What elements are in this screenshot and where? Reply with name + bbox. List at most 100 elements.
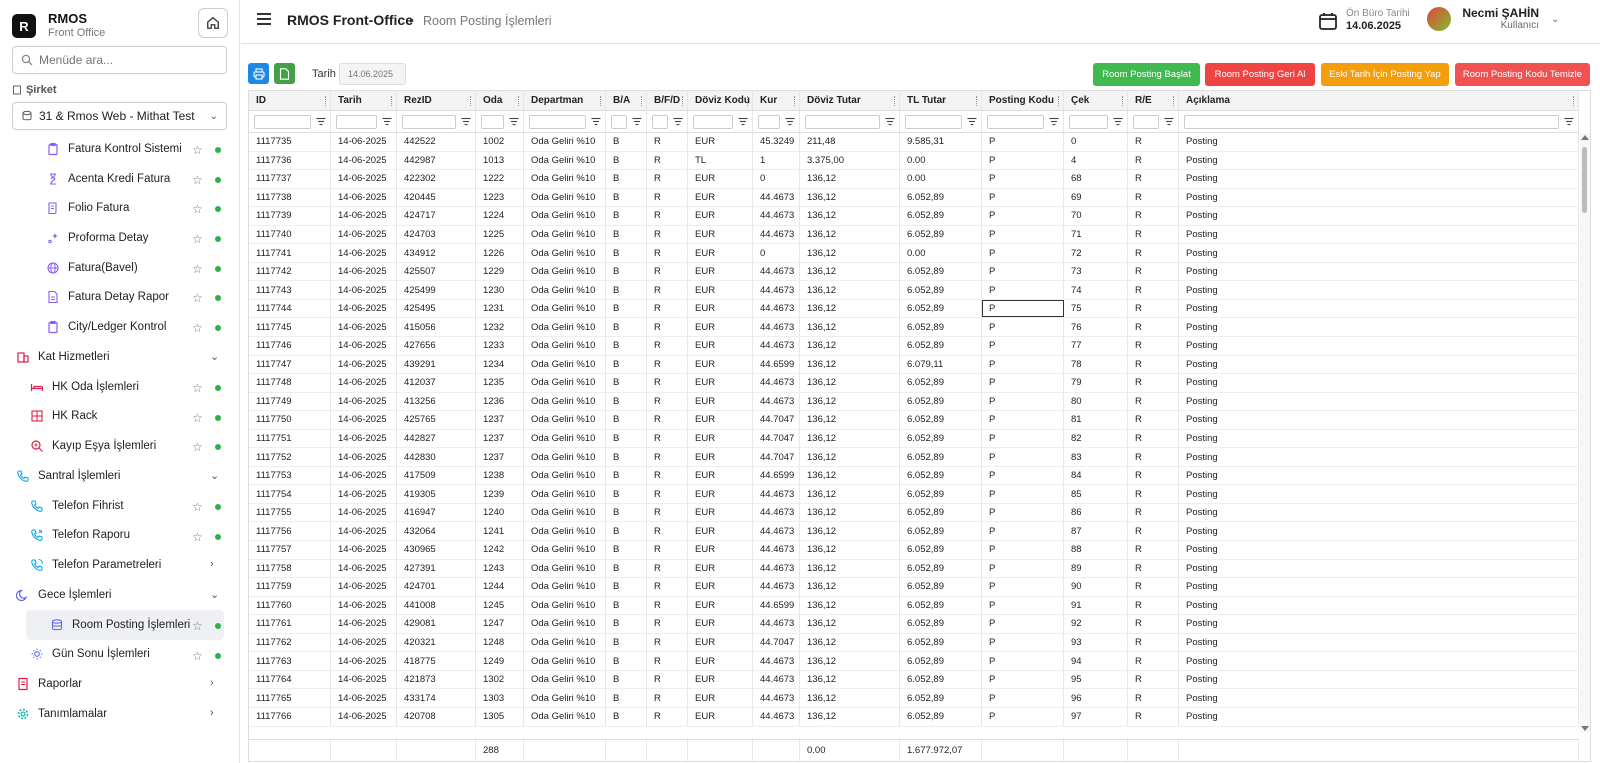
table-cell-id[interactable]: 1117763 [249,652,331,670]
table-cell-posting-kodu[interactable]: P [982,615,1064,633]
table-cell-tl-tutar[interactable]: 6.052,89 [900,615,982,633]
favorite-star-icon[interactable]: ☆ [192,530,203,544]
table-row[interactable]: 1117758 14-06-2025 427391 1243 Oda Geliri %1… [249,559,1579,579]
table-row[interactable]: 1117764 14-06-2025 421873 1302 Oda Geliri %1… [249,670,1579,690]
table-cell-oda[interactable]: 1222 [476,170,524,188]
table-cell-r-e[interactable]: R [1128,615,1179,633]
table-cell-r-e[interactable]: R [1128,262,1179,281]
table-cell-departman[interactable]: Oda Geliri %10 [524,411,606,429]
favorite-star-icon[interactable]: ☆ [192,649,203,663]
table-cell-doviz-kodu[interactable]: EUR [688,188,753,207]
table-cell-oda[interactable]: 1237 [476,448,524,466]
table-cell-doviz-tutar[interactable]: 136,12 [800,670,900,689]
table-cell-doviz-tutar[interactable]: 136,12 [800,337,900,355]
table-cell-aciklama[interactable]: Posting [1179,559,1579,578]
table-cell-cek[interactable]: 82 [1064,429,1128,448]
table-cell-departman[interactable]: Oda Geliri %10 [524,170,606,188]
table-cell-tarih[interactable]: 14-06-2025 [331,670,397,689]
table-cell-tarih[interactable]: 14-06-2025 [331,689,397,707]
table-row[interactable]: 1117749 14-06-2025 413256 1236 Oda Geliri %1… [249,392,1579,412]
menu-toggle-button[interactable] [257,13,271,25]
table-cell-id[interactable]: 1117761 [249,615,331,633]
table-cell-doviz-tutar[interactable]: 136,12 [800,633,900,652]
table-cell-doviz-tutar[interactable]: 136,12 [800,689,900,707]
column-header-b-a[interactable]: B/A [606,91,647,110]
table-cell-departman[interactable]: Oda Geliri %10 [524,670,606,689]
table-cell-id[interactable]: 1117759 [249,578,331,596]
filter-icon[interactable] [459,115,473,129]
favorite-star-icon[interactable]: ☆ [192,143,203,157]
table-cell-r-e[interactable]: R [1128,225,1179,244]
table-cell-departman[interactable]: Oda Geliri %10 [524,151,606,170]
table-cell-id[interactable]: 1117756 [249,522,331,541]
table-cell-b-f-d[interactable]: R [647,615,688,633]
table-cell-aciklama[interactable]: Posting [1179,578,1579,596]
table-cell-doviz-kodu[interactable]: EUR [688,262,753,281]
table-cell-doviz-tutar[interactable]: 136,12 [800,244,900,262]
table-cell-cek[interactable]: 79 [1064,374,1128,392]
table-cell-kur[interactable]: 44.4673 [753,262,800,281]
table-cell-b-f-d[interactable]: R [647,559,688,578]
table-cell-departman[interactable]: Oda Geliri %10 [524,429,606,448]
table-cell-id[interactable]: 1117739 [249,207,331,225]
scroll-down-icon[interactable] [1581,726,1589,731]
table-cell-departman[interactable]: Oda Geliri %10 [524,448,606,466]
table-cell-r-e[interactable]: R [1128,541,1179,559]
filter-icon[interactable] [671,115,685,129]
table-cell-oda[interactable]: 1243 [476,559,524,578]
table-cell-r-e[interactable]: R [1128,355,1179,374]
table-cell-doviz-tutar[interactable]: 136,12 [800,466,900,485]
table-cell-rezid[interactable]: 412037 [397,374,476,392]
table-cell-rezid[interactable]: 424701 [397,578,476,596]
filter-icon[interactable] [1111,115,1125,129]
table-cell-departman[interactable]: Oda Geliri %10 [524,615,606,633]
table-cell-departman[interactable]: Oda Geliri %10 [524,689,606,707]
column-resize-handle[interactable] [518,96,520,106]
table-cell-cek[interactable]: 97 [1064,707,1128,726]
table-cell-oda[interactable]: 1306 [476,726,524,727]
table-cell-departman[interactable]: Oda Geliri %10 [524,726,606,727]
table-cell-r-e[interactable]: R [1128,726,1179,727]
table-cell-tarih[interactable]: 14-06-2025 [331,244,397,262]
table-cell-tarih[interactable]: 14-06-2025 [331,466,397,485]
table-cell-id[interactable]: 1117764 [249,670,331,689]
table-cell-id[interactable]: 1117746 [249,337,331,355]
filter-input[interactable] [529,114,586,129]
favorite-star-icon[interactable]: ☆ [192,411,203,425]
table-cell-tl-tutar[interactable]: 6.052,89 [900,559,982,578]
table-cell-doviz-tutar[interactable]: 136,12 [800,188,900,207]
table-cell-rezid[interactable]: 434912 [397,244,476,262]
table-cell-cek[interactable]: 89 [1064,559,1128,578]
table-cell-oda[interactable]: 1234 [476,355,524,374]
table-cell-b-a[interactable]: B [606,652,647,670]
table-cell-id[interactable]: 1117760 [249,596,331,615]
table-cell-posting-kodu[interactable]: P [982,151,1064,170]
table-cell-kur[interactable]: 44.4673 [753,299,800,318]
table-cell-aciklama[interactable]: Posting [1179,244,1579,262]
sidebar-item-room-posting-islemleri[interactable]: Room Posting İşlemleri ☆ [26,609,224,640]
table-cell-posting-kodu[interactable]: P [982,374,1064,392]
favorite-star-icon[interactable]: ☆ [192,173,203,187]
table-row[interactable]: 1117765 14-06-2025 433174 1303 Oda Geliri %1… [249,689,1579,708]
column-header-tl-tutar[interactable]: TL Tutar [900,91,982,110]
table-cell-cek[interactable]: 96 [1064,689,1128,707]
table-cell-b-a[interactable]: B [606,151,647,170]
table-cell-oda[interactable]: 1230 [476,281,524,299]
table-cell-id[interactable]: 1117738 [249,188,331,207]
table-cell-tl-tutar[interactable]: 6.052,89 [900,429,982,448]
table-row[interactable]: 1117759 14-06-2025 424701 1244 Oda Geliri %1… [249,578,1579,597]
column-resize-handle[interactable] [600,96,602,106]
table-cell-doviz-kodu[interactable]: EUR [688,318,753,337]
table-cell-tarih[interactable]: 14-06-2025 [331,411,397,429]
table-cell-rezid[interactable]: 425507 [397,262,476,281]
column-header-r-e[interactable]: R/E [1128,91,1179,110]
table-cell-doviz-kodu[interactable]: EUR [688,726,753,727]
table-cell-aciklama[interactable]: Posting [1179,207,1579,225]
filter-icon[interactable] [883,115,897,129]
sidebar-item-raporlar[interactable]: Raporlar › [0,669,239,699]
table-cell-b-f-d[interactable]: R [647,244,688,262]
table-cell-oda[interactable]: 1249 [476,652,524,670]
table-cell-oda[interactable]: 1225 [476,225,524,244]
table-cell-b-a[interactable]: B [606,225,647,244]
table-cell-id[interactable]: 1117740 [249,225,331,244]
